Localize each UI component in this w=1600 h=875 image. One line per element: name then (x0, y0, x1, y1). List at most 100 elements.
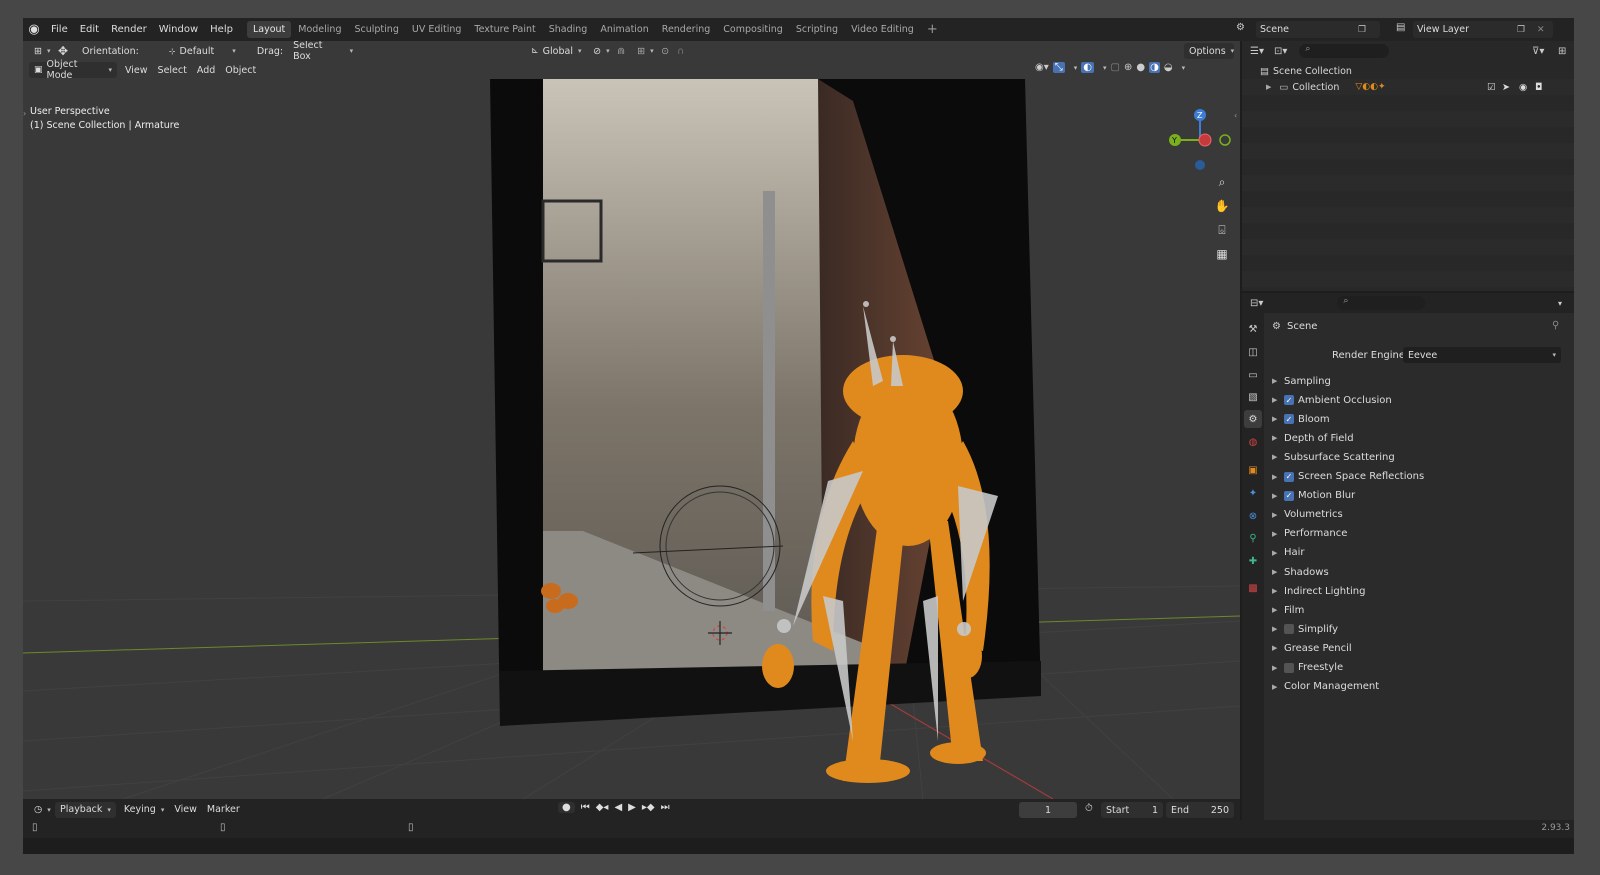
visibility-icon[interactable]: ◉▾ (1035, 62, 1049, 73)
add-workspace-icon[interactable]: + (921, 21, 944, 38)
panel-bloom[interactable]: ▶ ✓ Bloom (1272, 410, 1330, 428)
panel-expand-arrow-icon[interactable]: ▶ (1272, 453, 1284, 461)
tab-compositing[interactable]: Compositing (717, 21, 789, 38)
menu-file[interactable]: File (45, 18, 74, 41)
panel-enable-checkbox[interactable] (1284, 624, 1294, 635)
timeline-menu-view[interactable]: View (169, 802, 202, 818)
tab-animation[interactable]: Animation (594, 21, 654, 38)
jump-keyframe-back-icon[interactable]: ◆◂ (596, 802, 609, 813)
panel-performance[interactable]: ▶ Performance (1272, 525, 1347, 543)
panel-sampling[interactable]: ▶ Sampling (1272, 372, 1331, 390)
new-scene-icon[interactable]: ❐ (1358, 25, 1366, 35)
selectable-cursor-icon[interactable]: ➤ (1502, 82, 1510, 93)
outliner-row-collection[interactable]: ▶ ▭ Collection ▽◐◐✦ ☑ ➤ ◉ ◘ (1242, 79, 1574, 95)
panel-expand-arrow-icon[interactable]: ▶ (1272, 683, 1284, 691)
panel-expand-arrow-icon[interactable]: ▶ (1272, 434, 1284, 442)
gizmo-toggle-icon[interactable]: ⤡ (1052, 62, 1065, 73)
scene-tab-icon[interactable]: ⚙ (1244, 410, 1262, 428)
view-layer-field[interactable]: View Layer ❐ ✕ (1413, 21, 1553, 38)
panel-expand-arrow-icon[interactable]: ▶ (1272, 644, 1284, 652)
pivot-point-icon[interactable]: ⊘ ▾ (588, 43, 612, 59)
tab-video-editing[interactable]: Video Editing (845, 21, 920, 38)
panel-expand-arrow-icon[interactable]: ▶ (1272, 549, 1284, 557)
tab-sculpting[interactable]: Sculpting (348, 21, 404, 38)
navigation-gizmo[interactable]: Z Y (1163, 105, 1233, 175)
properties-options-chevron-icon[interactable]: ▾ (1558, 299, 1562, 308)
menu-edit[interactable]: Edit (74, 18, 105, 41)
panel-enable-checkbox[interactable]: ✓ (1284, 414, 1294, 425)
panel-enable-checkbox[interactable]: ✓ (1284, 395, 1294, 406)
modifier-tab-icon[interactable]: ✦ (1244, 484, 1262, 502)
panel-indirect-lighting[interactable]: ▶ Indirect Lighting (1272, 582, 1365, 600)
toolbar-expand-icon[interactable]: › (23, 109, 26, 118)
play-reverse-icon[interactable]: ◀ (614, 802, 622, 813)
world-tab-icon[interactable]: ◍ (1244, 433, 1262, 451)
panel-enable-checkbox[interactable]: ✓ (1284, 471, 1294, 482)
tab-modeling[interactable]: Modeling (292, 21, 347, 38)
view-layer-tab-icon[interactable]: ▧ (1244, 388, 1262, 406)
scene-selector-icon[interactable]: ⚙ (1236, 22, 1252, 37)
xray-toggle-icon[interactable]: ▢ (1111, 62, 1120, 73)
expand-arrow-icon[interactable]: ▶ (1266, 83, 1271, 91)
menu-render[interactable]: Render (105, 18, 153, 41)
end-frame-field[interactable]: End 250 (1166, 802, 1234, 818)
panel-depth-of-field[interactable]: ▶ Depth of Field (1272, 429, 1354, 447)
overlay-toggle-icon[interactable]: ◐ (1081, 62, 1094, 73)
panel-expand-arrow-icon[interactable]: ▶ (1272, 664, 1284, 672)
blender-logo-icon[interactable]: ◉ (23, 19, 45, 41)
camera-render-icon[interactable]: ◘ (1535, 82, 1543, 93)
gizmo-z-neg[interactable] (1195, 160, 1205, 170)
gizmo-y-neg[interactable] (1219, 134, 1231, 146)
texture-tab-icon[interactable]: ▩ (1244, 579, 1262, 597)
panel-color-management[interactable]: ▶ Color Management (1272, 678, 1379, 696)
start-frame-field[interactable]: Start 1 (1101, 802, 1163, 818)
viewport-scene[interactable] (23, 41, 1240, 799)
panel-expand-arrow-icon[interactable]: ▶ (1272, 396, 1284, 404)
view-layer-icon[interactable]: ▤ (1396, 22, 1405, 33)
viewport-menu-add[interactable]: Add (192, 62, 220, 78)
pin-icon[interactable]: ⚲ (1552, 320, 1559, 331)
panel-expand-arrow-icon[interactable]: ▶ (1272, 415, 1284, 423)
viewport-menu-view[interactable]: View (120, 62, 153, 78)
filter-icon[interactable]: ⊽▾ (1532, 46, 1544, 57)
perspective-toggle-icon[interactable]: ▦ (1211, 243, 1233, 265)
panel-simplify[interactable]: ▶ Simplify (1272, 620, 1338, 638)
keying-menu[interactable]: Keying ▾ (119, 802, 169, 818)
panel-hair[interactable]: ▶ Hair (1272, 544, 1305, 562)
outliner-search-field[interactable]: ⌕ (1299, 44, 1390, 58)
panel-expand-arrow-icon[interactable]: ▶ (1272, 377, 1284, 385)
menu-help[interactable]: Help (204, 18, 239, 41)
tool-select-icon[interactable]: ⊞ ▾ (29, 43, 53, 59)
sidebar-expand-icon[interactable]: ‹ (1234, 111, 1237, 120)
panel-expand-arrow-icon[interactable]: ▶ (1272, 606, 1284, 614)
exclude-checkbox-icon[interactable]: ☑ (1487, 82, 1496, 93)
panel-ambient-occlusion[interactable]: ▶ ✓ Ambient Occlusion (1272, 391, 1392, 409)
tab-scripting[interactable]: Scripting (790, 21, 844, 38)
solid-shading-icon[interactable]: ● (1136, 62, 1145, 73)
jump-keyframe-forward-icon[interactable]: ▸◆ (642, 802, 655, 813)
panel-expand-arrow-icon[interactable]: ▶ (1272, 473, 1284, 481)
pan-hand-icon[interactable]: ✋ (1211, 195, 1233, 217)
tab-shading[interactable]: Shading (543, 21, 594, 38)
current-frame-field[interactable]: 1 (1019, 802, 1077, 818)
object-tab-icon[interactable]: ▣ (1244, 461, 1262, 479)
jump-start-icon[interactable]: ⏮ (581, 802, 590, 813)
options-dropdown[interactable]: Options ▾ (1184, 43, 1234, 59)
render-tab-icon[interactable]: ◫ (1244, 343, 1262, 361)
playback-menu[interactable]: Playback ▾ (55, 801, 116, 818)
proportional-edit-icon[interactable]: ⊙ (656, 43, 672, 59)
stopwatch-icon[interactable]: ⏱ (1085, 803, 1093, 814)
eye-visibility-icon[interactable]: ◉ (1519, 82, 1527, 93)
panel-subsurface-scattering[interactable]: ▶ Subsurface Scattering (1272, 448, 1395, 466)
panel-volumetrics[interactable]: ▶ Volumetrics (1272, 506, 1343, 524)
panel-screen-space-reflections[interactable]: ▶ ✓ Screen Space Reflections (1272, 468, 1424, 486)
new-view-layer-icon[interactable]: ❐ (1517, 25, 1525, 35)
panel-expand-arrow-icon[interactable]: ▶ (1272, 530, 1284, 538)
tab-rendering[interactable]: Rendering (656, 21, 717, 38)
panel-enable-checkbox[interactable] (1284, 662, 1294, 673)
display-mode-icon[interactable]: ⊡▾ (1274, 46, 1287, 57)
render-engine-dropdown[interactable]: Eevee ▾ (1403, 347, 1561, 363)
jump-end-icon[interactable]: ⏭ (661, 802, 670, 813)
drag-dropdown[interactable]: Select Box ▾ (288, 41, 358, 62)
material-shading-icon[interactable]: ◑ (1149, 62, 1160, 73)
